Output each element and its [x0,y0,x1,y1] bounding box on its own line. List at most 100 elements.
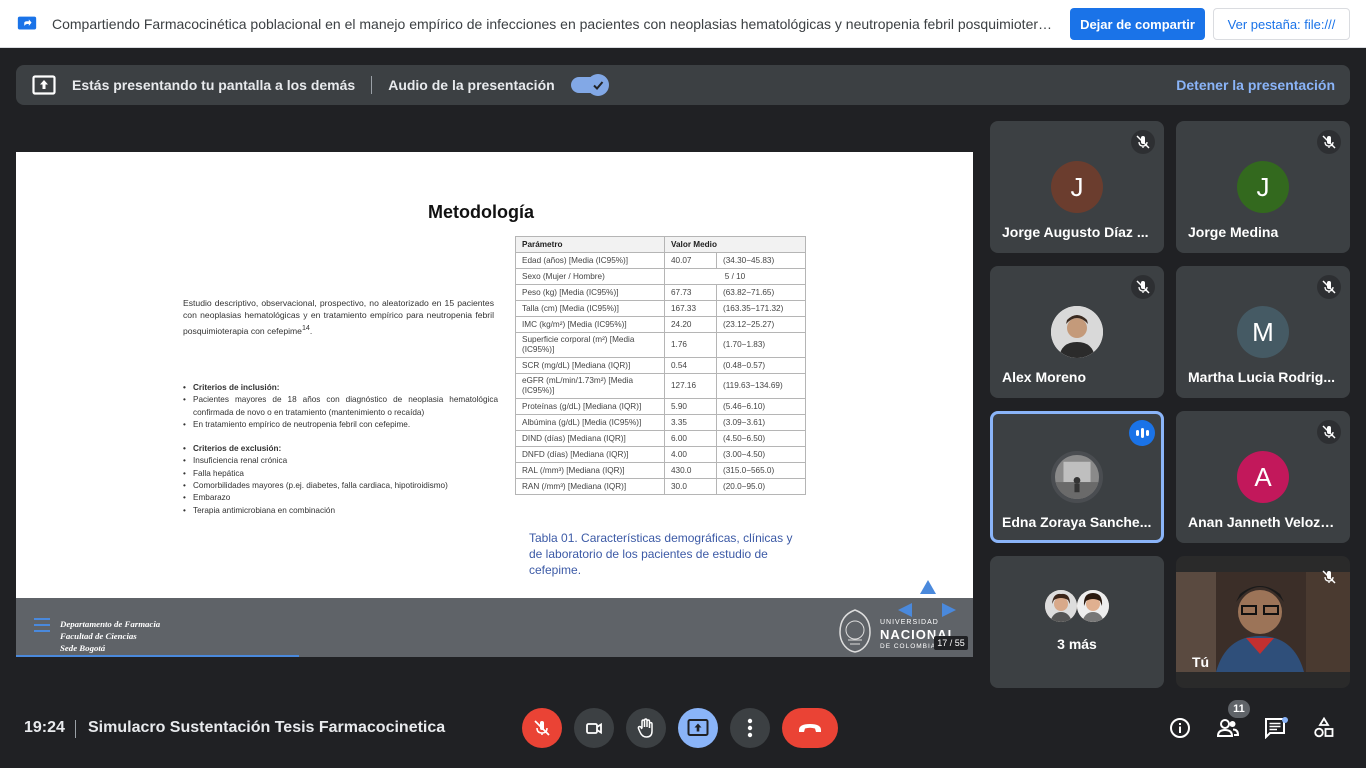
meeting-info-button[interactable] [1168,716,1192,740]
intro-text: Estudio descriptivo, observacional, pros… [183,298,494,336]
exclusion-item: Falla hepática [183,468,498,481]
criteria-section: Criterios de inclusión: Pacientes mayore… [183,382,498,517]
menu-icon[interactable] [34,618,50,632]
slide-nav-left-icon[interactable] [898,603,912,617]
leave-call-button[interactable] [782,708,838,748]
chat-button[interactable] [1264,716,1288,740]
screen-share-icon [17,16,37,29]
table-header: Valor Medio [664,236,806,253]
table-cell: eGFR (mL/min/1.73m²) [Media (IC95%)] [515,373,665,399]
slide-nav-up-icon[interactable] [920,580,936,594]
exclusion-item: Embarazo [183,492,498,505]
table-cell: Proteínas (g/dL) [Mediana (IQR)] [515,398,665,415]
table-row: Peso (kg) [Media (IC95%)] 67.73 (63.82−71.… [515,284,806,301]
table-cell: Superficie corporal (m²) [Media (IC95%)] [515,332,665,358]
raise-hand-button[interactable] [626,708,666,748]
participant-tile[interactable]: J Jorge Medina [1176,121,1350,253]
table-cell: 30.0 [664,478,717,495]
table-cell: (163.35−171.32) [716,300,806,317]
table-row: Sexo (Mujer / Hombre) 5 / 10 [515,268,806,285]
slide-page-number: 17 / 55 [934,636,968,650]
participant-tile[interactable]: M Martha Lucia Rodrig... [1176,266,1350,398]
table-cell: RAL (/mm³) [Mediana (IQR)] [515,462,665,479]
participant-name: Anan Janneth Veloza... [1188,514,1338,530]
camera-icon [586,722,602,735]
exclusion-item: Comorbilidades mayores (p.ej. diabetes, … [183,480,498,493]
avatar: J [1051,161,1103,213]
shared-slide: Metodología Estudio descriptivo, observa… [16,152,973,657]
table-row: RAN (/mm³) [Mediana (IQR)] 30.0 (20.0−95.0… [515,478,806,495]
table-cell: 6.00 [664,430,717,447]
table-cell: (20.0−95.0) [716,478,806,495]
slide-nav-right-icon[interactable] [942,603,956,617]
table-cell: DIND (días) [Mediana (IQR)] [515,430,665,447]
department-info: Departamento de Farmacia Facultad de Cie… [60,618,160,654]
table-row: Proteínas (g/dL) [Mediana (IQR)] 5.90 (5.4… [515,398,806,415]
activities-icon [1314,717,1334,738]
meeting-controls-bar: 19:24 Simulacro Sustentación Tesis Farma… [0,696,1366,768]
table-cell: Talla (cm) [Media (IC95%)] [515,300,665,317]
table-cell: Sexo (Mujer / Hombre) [515,268,665,285]
table-cell: IMC (kg/m²) [Media (IC95%)] [515,316,665,333]
avatar-photo [1077,590,1109,622]
participant-tile[interactable]: J Jorge Augusto Díaz ... [990,121,1164,253]
table-cell: (63.82−71.65) [716,284,806,301]
raise-hand-icon [637,718,653,738]
meeting-title: Simulacro Sustentación Tesis Farmacocine… [88,719,446,736]
more-options-button[interactable] [730,708,770,748]
table-row: DNFD (días) [Mediana (IQR)] 4.00 (3.00−4.5… [515,446,806,463]
presentation-audio-label: Audio de la presentación [388,77,555,93]
participant-name: Jorge Augusto Díaz ... [1002,224,1149,240]
avatar-photo [1045,590,1077,622]
view-tab-button[interactable]: Ver pestaña: file:/// [1213,8,1350,40]
people-button[interactable] [1216,716,1240,740]
check-icon [586,74,609,96]
camera-toggle-button[interactable] [574,708,614,748]
table-row: IMC (kg/m²) [Media (IC95%)] 24.20 (23.12−2… [515,316,806,333]
info-icon [1170,718,1190,738]
university-seal-icon [839,609,871,653]
self-view-tile[interactable]: Tú [1176,556,1350,688]
more-participants-label: 3 más [1057,636,1097,652]
participant-tile[interactable]: Alex Moreno [990,266,1164,398]
present-now-button[interactable] [678,708,718,748]
chrome-share-bar: Compartiendo Farmacocinética poblacional… [0,0,1366,48]
self-name: Tú [1192,654,1210,670]
table-cell: 127.16 [664,373,717,399]
participant-name: Alex Moreno [1002,369,1087,385]
table-cell: (34.30−45.83) [716,252,806,269]
table-row: Superficie corporal (m²) [Media (IC95%)]… [515,332,806,358]
participant-tile-active-speaker[interactable]: Edna Zoraya Sanche... [990,411,1164,543]
mic-off-icon [1131,130,1155,154]
table-header: Parámetro [515,236,665,253]
table-cell: 167.33 [664,300,717,317]
table-cell: (3.09−3.61) [716,414,806,431]
people-count-badge: 11 [1228,700,1250,718]
presentation-audio-toggle[interactable] [570,74,609,96]
table-caption: Tabla 01. Características demográficas, … [529,531,793,577]
table-cell: 3.35 [664,414,717,431]
activities-button[interactable] [1312,716,1336,740]
stop-presenting-link[interactable]: Detener la presentación [1176,77,1335,93]
parameters-table: Parámetro Valor Medio Edad (años) [Media… [515,236,806,495]
table-row: Albúmina (g/dL) [Media (IC95%)] 3.35 (3.09… [515,414,806,431]
participant-tile[interactable]: A Anan Janneth Veloza... [1176,411,1350,543]
table-cell: Edad (años) [Media (IC95%)] [515,252,665,269]
table-cell: 5.90 [664,398,717,415]
mic-off-icon [1131,275,1155,299]
table-cell: SCR (mg/dL) [Mediana (IQR)] [515,357,665,374]
meeting-clock: 19:24 [24,719,65,736]
stop-sharing-button[interactable]: Dejar de compartir [1070,8,1205,40]
slide-title: Metodología [428,202,534,222]
table-cell: RAN (/mm³) [Mediana (IQR)] [515,478,665,495]
table-cell: (3.00−4.50) [716,446,806,463]
avatar: A [1237,451,1289,503]
more-participants-tile[interactable]: 3 más [990,556,1164,688]
end-call-icon [799,724,821,732]
speaking-indicator-icon [1129,420,1155,446]
participant-name: Jorge Medina [1188,224,1279,240]
avatar: M [1237,306,1289,358]
mic-toggle-button[interactable] [522,708,562,748]
department-line: Facultad de Ciencias [60,631,137,641]
mic-off-icon [1317,130,1341,154]
